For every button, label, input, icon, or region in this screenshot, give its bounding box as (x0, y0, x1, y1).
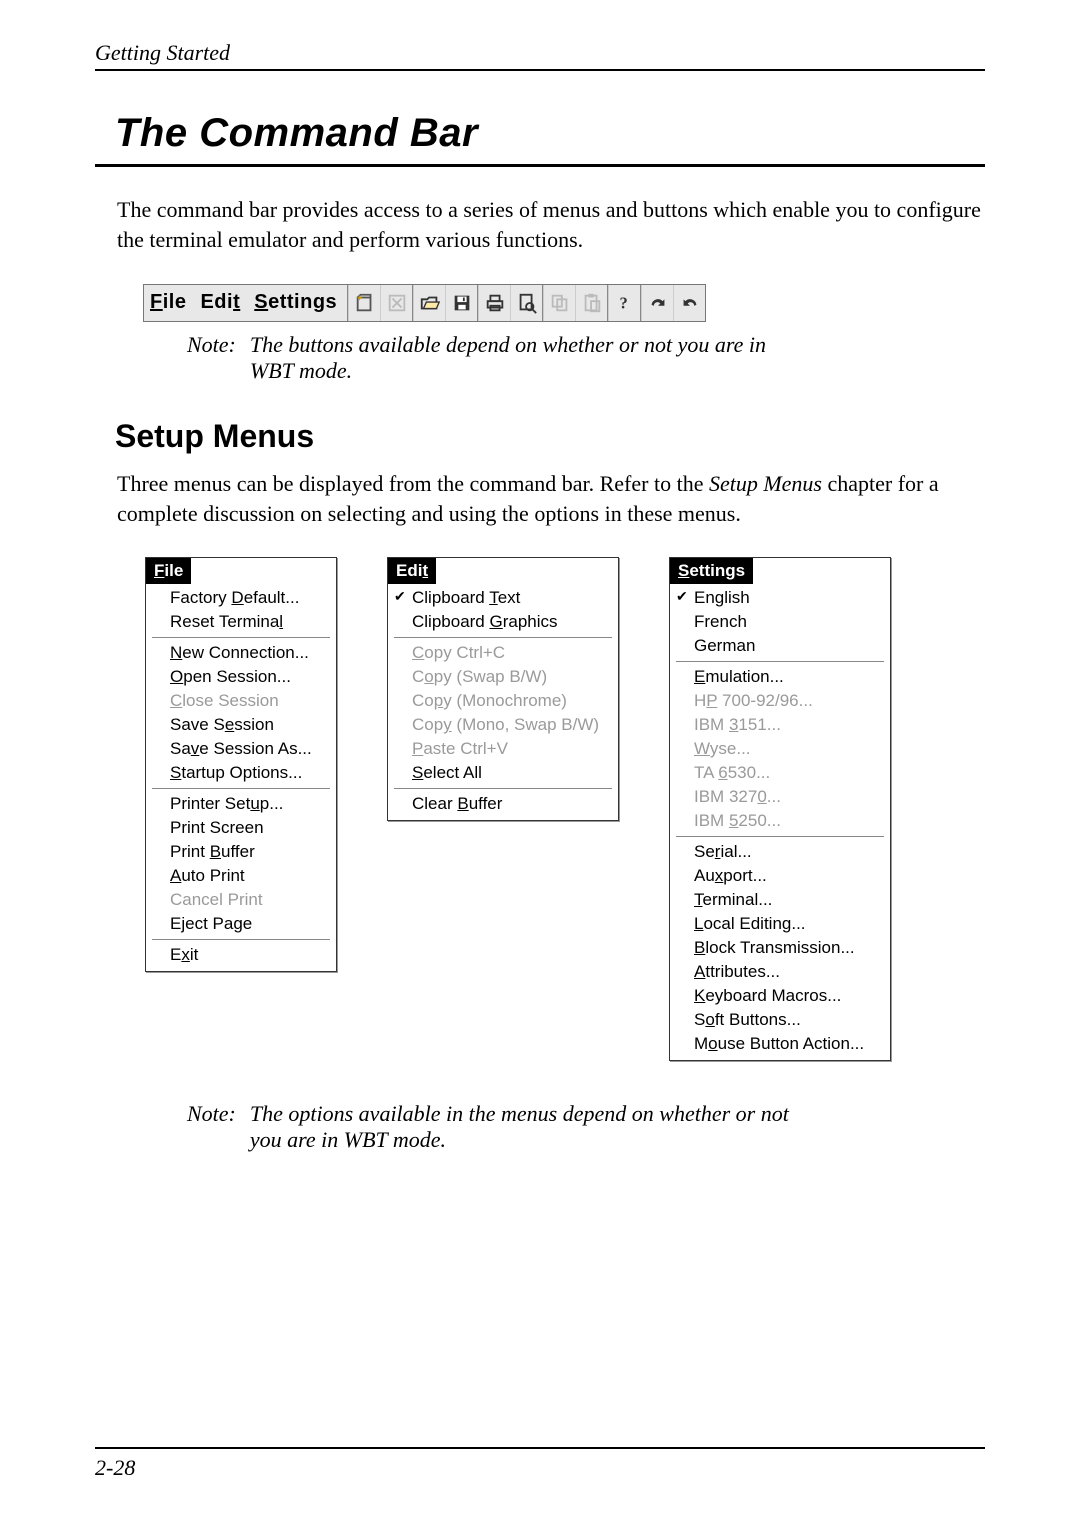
file-menu-item: Cancel Print (146, 888, 336, 912)
section-paragraph: Three menus can be displayed from the co… (117, 469, 985, 530)
settings-menu-item: TA 6530... (670, 761, 890, 785)
settings-menu-item: IBM 3151... (670, 713, 890, 737)
toolbar-group-6 (641, 285, 705, 321)
file-menu-title: File (146, 558, 191, 584)
file-menu-item: Close Session (146, 689, 336, 713)
svg-text:✦: ✦ (356, 293, 364, 303)
settings-menu-item[interactable]: German (670, 634, 890, 658)
settings-menu-item[interactable]: Block Transmission... (670, 936, 890, 960)
menu-separator (152, 637, 330, 638)
settings-menu-item[interactable]: Terminal... (670, 888, 890, 912)
settings-menu-item[interactable]: English (670, 586, 890, 610)
settings-menu-item: IBM 5250... (670, 809, 890, 833)
settings-menu-item[interactable]: Auxport... (670, 864, 890, 888)
edit-menu-title: Edit (388, 558, 436, 584)
settings-menu-item[interactable]: French (670, 610, 890, 634)
menubar-file[interactable]: File (150, 291, 186, 314)
file-menu-item[interactable]: Auto Print (146, 864, 336, 888)
file-menu-item[interactable]: Startup Options... (146, 761, 336, 785)
file-menu-item[interactable]: Eject Page (146, 912, 336, 936)
footer-rule (95, 1447, 985, 1449)
menubar-edit[interactable]: Edit (200, 291, 240, 314)
file-menu-item[interactable]: Exit (146, 943, 336, 967)
edit-menu-item: Copy (Mono, Swap B/W) (388, 713, 618, 737)
settings-menu-item[interactable]: Serial... (670, 840, 890, 864)
toolbar-group-1: ✦ (348, 285, 412, 321)
settings-menu-item[interactable]: Keyboard Macros... (670, 984, 890, 1008)
open-icon[interactable] (413, 285, 445, 321)
settings-menu-item[interactable]: Soft Buttons... (670, 1008, 890, 1032)
menu-separator (152, 788, 330, 789)
note-2-label: Note: (187, 1101, 236, 1153)
menu-separator (676, 836, 884, 837)
edit-menu-item[interactable]: Clipboard Text (388, 586, 618, 610)
settings-menu-title: Settings (670, 558, 753, 584)
print-icon[interactable] (478, 285, 510, 321)
paste-icon[interactable] (575, 285, 607, 321)
settings-menu-item[interactable]: Attributes... (670, 960, 890, 984)
settings-menu-item[interactable]: Local Editing... (670, 912, 890, 936)
command-bar: File Edit Settings ✦ ? (143, 284, 706, 322)
file-menu-item[interactable]: Print Screen (146, 816, 336, 840)
settings-menu-item: Wyse... (670, 737, 890, 761)
edit-menu-item[interactable]: Select All (388, 761, 618, 785)
file-menu-item[interactable]: Print Buffer (146, 840, 336, 864)
settings-menu: Settings EnglishFrenchGerman Emulation...… (669, 557, 891, 1061)
intro-paragraph: The command bar provides access to a ser… (117, 195, 985, 256)
section-title: Setup Menus (115, 418, 985, 455)
menu-separator (152, 939, 330, 940)
edit-menu-item: Copy (Monochrome) (388, 689, 618, 713)
file-menu-item[interactable]: Printer Setup... (146, 792, 336, 816)
settings-menu-item[interactable]: Mouse Button Action... (670, 1032, 890, 1056)
note-1-label: Note: (187, 332, 236, 384)
print-preview-icon[interactable] (510, 285, 542, 321)
toolbar-group-4 (543, 285, 607, 321)
file-menu-item[interactable]: Factory Default... (146, 586, 336, 610)
note-1: Note: The buttons available depend on wh… (187, 332, 985, 384)
page-footer: 2-28 (95, 1447, 985, 1481)
menus-figure: File Factory Default...Reset Terminal New… (145, 557, 985, 1061)
edit-menu-item[interactable]: Clear Buffer (388, 792, 618, 816)
file-menu-item[interactable]: Open Session... (146, 665, 336, 689)
menu-separator (676, 661, 884, 662)
note-1-text: The buttons available depend on whether … (250, 332, 810, 384)
edit-menu-item: Copy (Swap B/W) (388, 665, 618, 689)
close-session-icon[interactable] (380, 285, 412, 321)
menu-separator (394, 637, 612, 638)
settings-menu-item: HP 700-92/96... (670, 689, 890, 713)
running-header: Getting Started (95, 40, 985, 71)
edit-menu: Edit Clipboard TextClipboard Graphics Cop… (387, 557, 619, 821)
menu-separator (394, 788, 612, 789)
file-menu-item[interactable]: Reset Terminal (146, 610, 336, 634)
svg-text:?: ? (619, 293, 627, 312)
toolbar-group-3 (478, 285, 542, 321)
file-menu-item[interactable]: New Connection... (146, 641, 336, 665)
file-menu: File Factory Default...Reset Terminal New… (145, 557, 337, 972)
help-icon[interactable]: ? (608, 285, 640, 321)
title-rule (95, 164, 985, 167)
settings-menu-item[interactable]: Emulation... (670, 665, 890, 689)
toolbar-group-5: ? (608, 285, 640, 321)
file-menu-item[interactable]: Save Session (146, 713, 336, 737)
edit-menu-item: Copy Ctrl+C (388, 641, 618, 665)
menubar-settings[interactable]: Settings (254, 291, 337, 314)
file-menu-item[interactable]: Save Session As... (146, 737, 336, 761)
settings-menu-item: IBM 3270... (670, 785, 890, 809)
copy-icon[interactable] (543, 285, 575, 321)
edit-menu-item[interactable]: Clipboard Graphics (388, 610, 618, 634)
page-number: 2-28 (95, 1455, 985, 1481)
command-bar-menus: File Edit Settings (144, 285, 347, 321)
undo-icon[interactable] (673, 285, 705, 321)
save-icon[interactable] (445, 285, 477, 321)
toolbar-group-2 (413, 285, 477, 321)
note-2-text: The options available in the menus depen… (250, 1101, 810, 1153)
redo-icon[interactable] (641, 285, 673, 321)
new-session-icon[interactable]: ✦ (348, 285, 380, 321)
page-title: The Command Bar (115, 111, 985, 156)
note-2: Note: The options available in the menus… (187, 1101, 985, 1153)
edit-menu-item: Paste Ctrl+V (388, 737, 618, 761)
